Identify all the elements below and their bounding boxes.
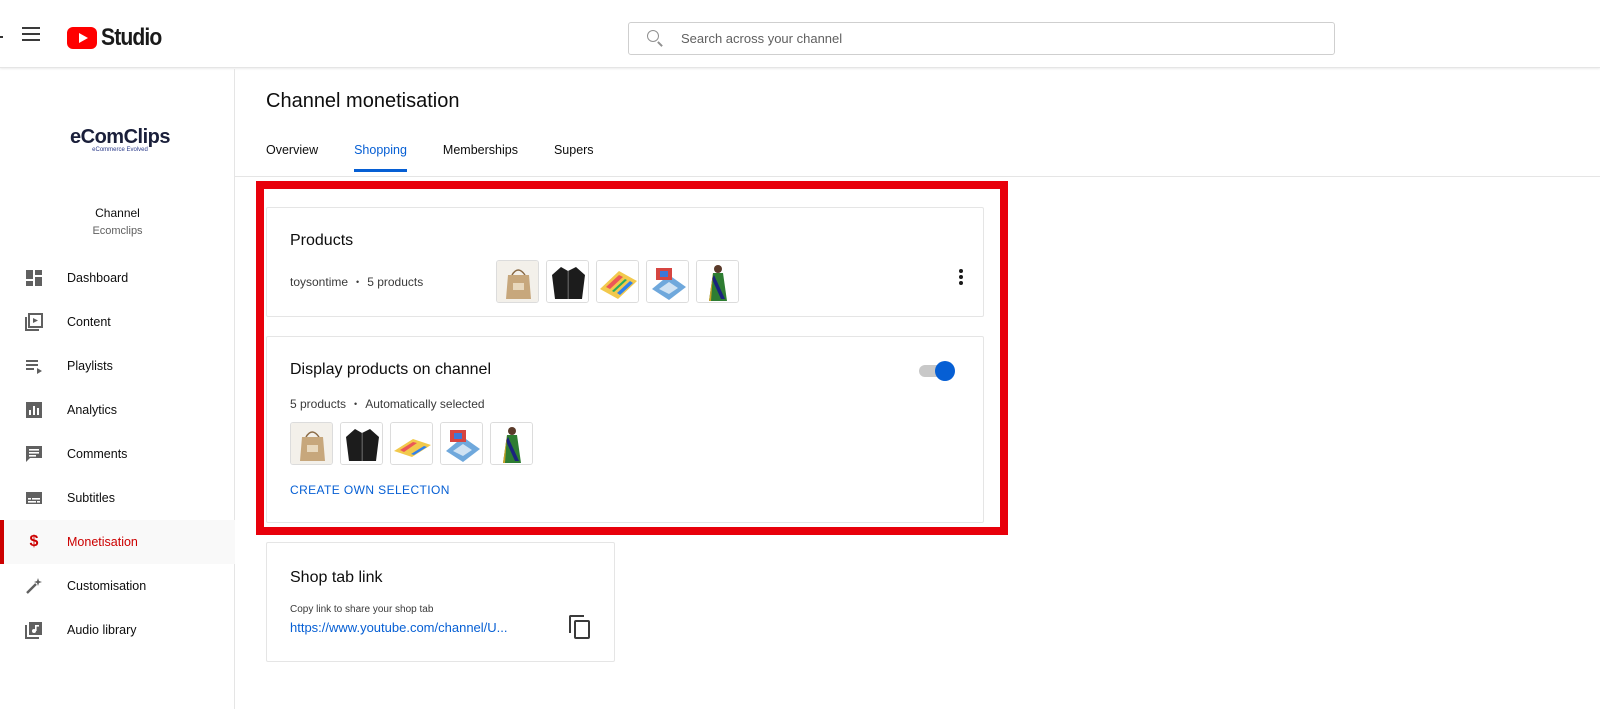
search-box[interactable]: [628, 22, 1335, 55]
sidebar-item-playlists[interactable]: Playlists: [0, 344, 235, 388]
sidebar-item-content[interactable]: Content: [0, 300, 235, 344]
dollar-icon: $: [29, 533, 39, 550]
dashboard-icon: [24, 268, 44, 288]
audio-library-icon: [24, 620, 44, 640]
sidebar: eComClips eCommerce Evolved Channel Ecom…: [0, 69, 235, 709]
sidebar-nav: Dashboard Content Playlists Analytics Co…: [0, 256, 235, 652]
channel-handle: Ecomclips: [92, 225, 143, 237]
tab-bar: Overview Shopping Memberships Supers: [266, 143, 630, 172]
sidebar-item-audio-library[interactable]: Audio library: [0, 608, 235, 652]
analytics-icon: [24, 400, 44, 420]
sidebar-item-label: Customisation: [67, 579, 147, 593]
sidebar-item-dashboard[interactable]: Dashboard: [0, 256, 235, 300]
subtitles-icon: [24, 488, 44, 508]
sidebar-item-customisation[interactable]: Customisation: [0, 564, 235, 608]
sidebar-item-label: Audio library: [67, 623, 137, 637]
top-bar: Studio: [0, 0, 1600, 68]
sidebar-item-label: Subtitles: [67, 491, 115, 505]
channel-avatar[interactable]: eComClips eCommerce Evolved: [68, 126, 172, 153]
youtube-play-icon: [67, 27, 97, 49]
sidebar-item-label: Dashboard: [67, 271, 129, 285]
sidebar-item-subtitles[interactable]: Subtitles: [0, 476, 235, 520]
sidebar-item-label: Playlists: [67, 359, 113, 373]
shop-tab-link-title: Shop tab link: [290, 569, 383, 586]
shop-tab-url[interactable]: https://www.youtube.com/channel/U...: [290, 620, 508, 635]
tab-memberships[interactable]: Memberships: [443, 143, 518, 172]
edge-mark: [0, 36, 3, 38]
tabs-divider: [235, 176, 1600, 177]
menu-icon[interactable]: [22, 27, 40, 41]
page-title: Channel monetisation: [266, 90, 460, 112]
shop-tab-link-hint: Copy link to share your shop tab: [290, 604, 434, 615]
sidebar-item-analytics[interactable]: Analytics: [0, 388, 235, 432]
highlight-annotation: [256, 181, 1008, 535]
sidebar-item-label: Content: [67, 315, 111, 329]
app-title: Studio: [101, 24, 162, 51]
sidebar-item-label: Comments: [67, 447, 128, 461]
content-icon: [24, 312, 44, 332]
playlists-icon: [24, 356, 44, 376]
sidebar-item-comments[interactable]: Comments: [0, 432, 235, 476]
studio-logo[interactable]: Studio: [67, 24, 170, 52]
copy-icon[interactable]: [569, 615, 590, 639]
comments-icon: [24, 444, 44, 464]
channel-logo-text: eComClips: [70, 126, 170, 148]
search-icon[interactable]: [647, 29, 665, 48]
channel-label: Channel: [95, 206, 140, 220]
magic-wand-icon: [24, 576, 44, 596]
tab-supers[interactable]: Supers: [554, 143, 594, 172]
shop-tab-link-card: Shop tab link Copy link to share your sh…: [266, 542, 615, 662]
sidebar-item-label: Monetisation: [67, 535, 138, 549]
tab-overview[interactable]: Overview: [266, 143, 318, 172]
search-input[interactable]: [681, 31, 1281, 46]
tab-shopping[interactable]: Shopping: [354, 143, 407, 172]
sidebar-item-monetisation[interactable]: $ Monetisation: [0, 520, 235, 564]
sidebar-item-label: Analytics: [67, 403, 118, 417]
